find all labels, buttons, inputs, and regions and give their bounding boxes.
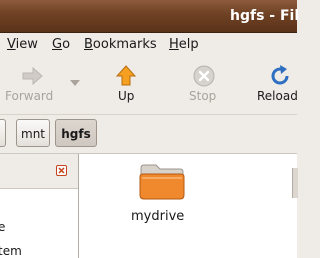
file-view: mydrive	[79, 154, 298, 258]
title-bar[interactable]: hgfs - Fil	[0, 0, 300, 33]
menu-bookmarks[interactable]: Bookmarks	[84, 37, 157, 52]
folder-icon	[139, 164, 185, 200]
side-pane-header	[0, 154, 78, 189]
side-pane-item[interactable]: e	[0, 220, 5, 234]
up-arrow-icon	[115, 65, 137, 86]
close-side-pane-button[interactable]	[56, 165, 67, 176]
up-label: Up	[118, 89, 135, 103]
menu-help[interactable]: Help	[169, 37, 199, 52]
window-title: hgfs - Fil	[230, 8, 300, 24]
reload-icon	[271, 65, 289, 85]
forward-button[interactable]: Forward	[0, 56, 68, 112]
menu-go[interactable]: Go	[52, 37, 70, 52]
forward-label: Forward	[5, 89, 54, 103]
menu-bar: View Go Bookmarks Help	[0, 33, 297, 56]
path-button-mnt[interactable]: mnt	[16, 119, 50, 147]
file-item-label: mydrive	[131, 209, 185, 224]
forward-history-dropdown-icon[interactable]	[70, 80, 80, 86]
next-item-edge	[292, 168, 298, 198]
path-button-hgfs[interactable]: hgfs	[55, 119, 97, 147]
menu-view[interactable]: View	[7, 37, 38, 52]
forward-arrow-icon	[22, 66, 43, 86]
close-icon	[58, 167, 65, 174]
stop-button[interactable]: Stop	[180, 56, 230, 112]
path-bar: mnt hgfs	[0, 115, 297, 154]
up-button[interactable]: Up	[100, 56, 152, 112]
toolbar: Forward Up Stop Reload	[0, 56, 298, 115]
side-pane: e tem	[0, 154, 79, 258]
reload-button[interactable]: Reload	[252, 56, 298, 112]
stop-icon	[193, 65, 215, 87]
side-pane-item[interactable]: tem	[0, 244, 22, 258]
path-button-previous[interactable]	[0, 119, 6, 147]
stop-label: Stop	[189, 89, 217, 103]
reload-label: Reload	[257, 89, 298, 103]
